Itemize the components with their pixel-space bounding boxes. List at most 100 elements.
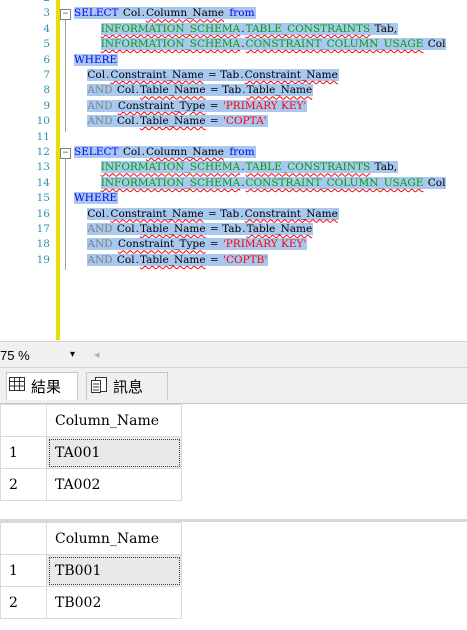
code-token: Col: [113, 223, 136, 235]
code-line[interactable]: 14 INFORMATION_SCHEMA.CONSTRAINT_COLUMN_…: [0, 176, 467, 191]
results-grid-1[interactable]: Column_Name 1 TA001 2 TA002: [0, 404, 467, 519]
code-token: Constraint_Name: [244, 207, 339, 220]
row-header-corner[interactable]: [0, 522, 47, 555]
line-number: 11: [36, 130, 50, 143]
code-line[interactable]: 16 Col.Constraint_Name = Tab.Constraint_…: [0, 207, 467, 222]
code-token: Col: [424, 38, 447, 51]
code-token: Col: [87, 207, 107, 220]
code-token: Col: [119, 146, 142, 158]
code-token: Table_Name: [139, 84, 207, 97]
code-text: AND Constraint_Type = 'PRIMARY KEY': [74, 237, 308, 252]
code-token: AND: [87, 223, 114, 235]
line-number: 12: [36, 146, 50, 158]
code-line[interactable]: 7 Col.Constraint_Name = Tab.Constraint_N…: [0, 68, 467, 83]
column-header[interactable]: Column_Name: [46, 522, 182, 555]
scroll-left-icon[interactable]: ◂: [94, 348, 100, 361]
tab-messages-label: 訊息: [113, 378, 144, 396]
code-text: AND Col.Table_Name = Tab.Table_Name: [74, 222, 314, 237]
line-number: 18: [36, 238, 50, 251]
code-token: Col: [87, 69, 107, 81]
line-number: 2: [0, 0, 50, 6]
code-text: AND Constraint_Type = 'PRIMARY KEY': [74, 99, 308, 114]
code-line[interactable]: 15 WHERE: [0, 191, 467, 206]
tab-results[interactable]: 結果: [6, 372, 78, 400]
collapse-region-icon[interactable]: −: [60, 148, 71, 159]
row-number[interactable]: 2: [0, 586, 47, 619]
line-number: 15: [36, 192, 50, 205]
table-row: 2 TA002: [0, 468, 182, 501]
code-token: Table_Name: [139, 223, 207, 235]
code-token: .: [240, 69, 245, 81]
table-row: 1 TA001: [0, 436, 182, 469]
line-number: 6: [43, 53, 50, 66]
code-line[interactable]: 19 AND Col.Table_Name = 'COPTB': [0, 253, 467, 268]
cell-value[interactable]: TA002: [46, 468, 182, 501]
sql-editor[interactable]: 23SELECT Col.Column_Name from−4 INFORMAT…: [0, 0, 467, 340]
code-line[interactable]: 4 INFORMATION_SCHEMA.TABLE_CONSTRAINTS T…: [0, 22, 467, 37]
code-token: .: [240, 207, 245, 220]
code-token: Constraint_Name: [110, 69, 205, 81]
zoom-bar: 75 % ▾ ◂: [0, 341, 467, 368]
code-token: Col: [424, 176, 447, 189]
code-line[interactable]: 13 INFORMATION_SCHEMA.TABLE_CONSTRAINTS …: [0, 160, 467, 175]
grid-header-row: Column_Name: [0, 404, 182, 437]
code-line[interactable]: 5 INFORMATION_SCHEMA.CONSTRAINT_COLUMN_U…: [0, 37, 467, 52]
row-number[interactable]: 1: [0, 436, 47, 469]
code-token: INFORMATION_SCHEMA: [100, 161, 242, 174]
zoom-level[interactable]: 75 %: [0, 348, 30, 363]
zoom-dropdown-icon[interactable]: ▾: [70, 349, 75, 360]
code-text: Col.Constraint_Name = Tab.Constraint_Nam…: [74, 207, 339, 222]
code-token: .: [241, 22, 246, 35]
code-token: Constraint_Type: [117, 238, 207, 251]
code-text: WHERE: [74, 53, 119, 68]
cell-value[interactable]: TB001: [46, 554, 182, 587]
code-token: TABLE_CONSTRAINTS: [245, 161, 372, 174]
code-token: WHERE: [74, 192, 119, 205]
row-header-corner[interactable]: [0, 404, 47, 437]
code-text: INFORMATION_SCHEMA.CONSTRAINT_COLUMN_USA…: [74, 176, 447, 191]
code-token: .: [242, 223, 247, 235]
code-line[interactable]: 18 AND Constraint_Type = 'PRIMARY KEY': [0, 237, 467, 252]
tab-messages[interactable]: 訊息: [86, 372, 168, 400]
code-token: Tab,: [371, 22, 399, 35]
code-token: Col: [113, 115, 136, 128]
column-header[interactable]: Column_Name: [46, 404, 182, 437]
code-token: Table_Name: [139, 253, 207, 266]
code-token: Col: [119, 7, 142, 20]
code-token: CONSTRAINT_COLUMN_USAGE: [245, 176, 425, 189]
code-token: Column_Name: [145, 7, 226, 20]
code-token: TABLE_CONSTRAINTS: [245, 22, 372, 35]
code-token: = Tab: [204, 69, 241, 81]
code-token: WHERE: [74, 53, 119, 66]
collapse-region-icon[interactable]: −: [60, 9, 71, 21]
cell-value[interactable]: TA001: [46, 436, 182, 469]
code-line[interactable]: 8 AND Col.Table_Name = Tab.Table_Name: [0, 83, 467, 98]
code-token: Constraint_Name: [244, 69, 339, 81]
results-grid-2[interactable]: Column_Name 1 TB001 2 TB002: [0, 522, 467, 630]
code-token: AND: [87, 99, 114, 112]
code-token: INFORMATION_SCHEMA: [100, 176, 242, 189]
code-line[interactable]: 9 AND Constraint_Type = 'PRIMARY KEY': [0, 99, 467, 114]
code-token: Constraint_Type: [117, 99, 207, 112]
code-token: .: [242, 84, 247, 97]
code-line[interactable]: 2: [0, 0, 467, 6]
code-line[interactable]: 17 AND Col.Table_Name = Tab.Table_Name: [0, 222, 467, 237]
cell-value[interactable]: TB002: [46, 586, 182, 619]
tab-results-label: 結果: [31, 377, 62, 396]
code-line[interactable]: 6 WHERE: [0, 53, 467, 68]
code-line[interactable]: 10 AND Col.Table_Name = 'COPTA': [0, 114, 467, 129]
line-number: 10: [36, 115, 50, 128]
code-token: Table_Name: [139, 115, 207, 128]
messages-icon: [91, 376, 107, 397]
code-line[interactable]: 11: [0, 130, 467, 145]
code-token: 'PRIMARY KEY': [222, 238, 308, 251]
table-row: 1 TB001: [0, 554, 182, 587]
row-number[interactable]: 2: [0, 468, 47, 501]
code-token: AND: [87, 84, 114, 97]
row-number[interactable]: 1: [0, 554, 47, 587]
code-text: Col.Constraint_Name = Tab.Constraint_Nam…: [74, 68, 339, 83]
